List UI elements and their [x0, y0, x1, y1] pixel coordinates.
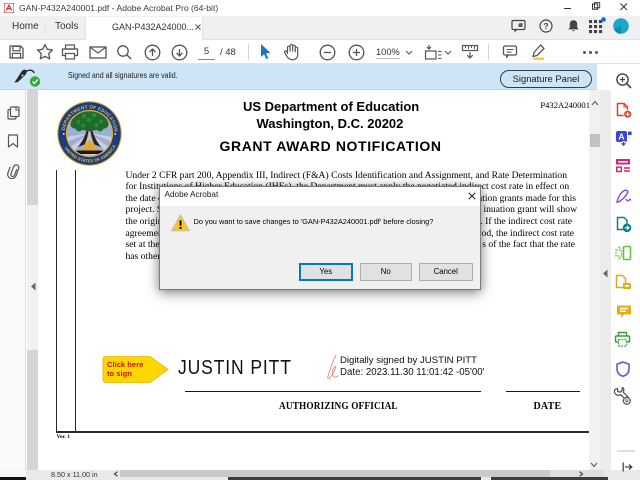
svg-text:?: ?: [543, 21, 548, 31]
svg-text:A: A: [618, 132, 624, 142]
